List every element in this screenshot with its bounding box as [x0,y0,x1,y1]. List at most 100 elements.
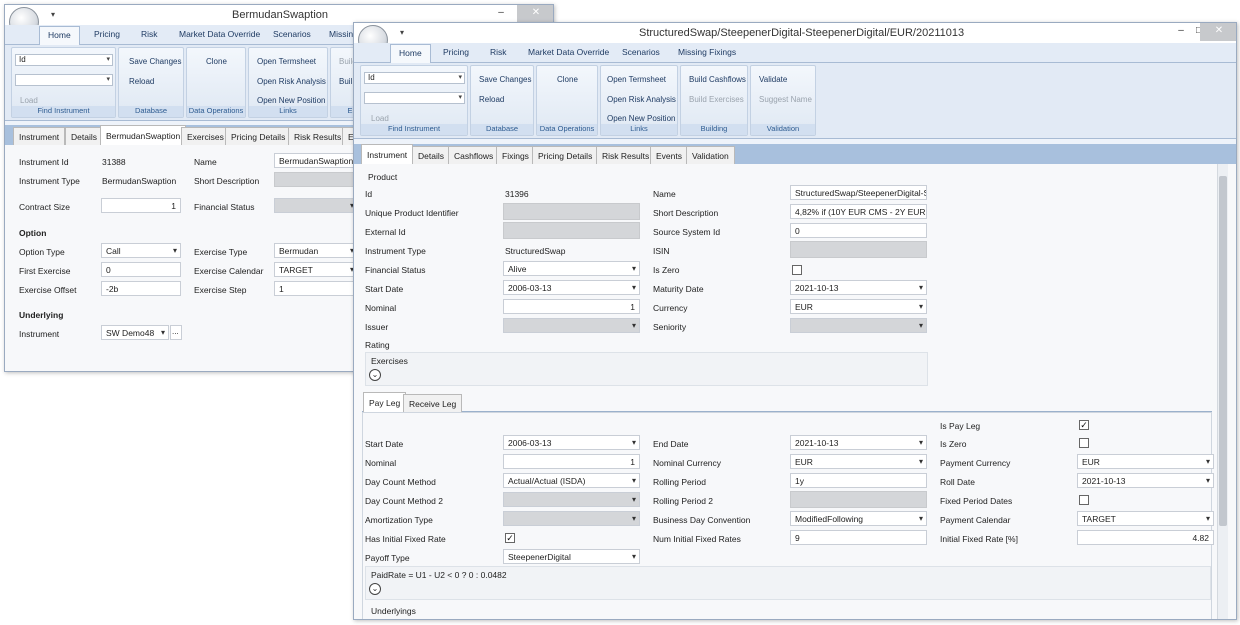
tab-risk-results[interactable]: Risk Results [288,127,348,145]
business-day-convention-select[interactable]: ModifiedFollowing [790,511,927,526]
payoff-type-select[interactable]: SteepenerDigital [503,549,640,564]
tab-missing-fixings[interactable]: Missing Fixings [678,47,736,57]
has-initial-fixed-rate-checkbox[interactable]: ✓ [505,533,515,543]
open-new-position-button[interactable]: Open New Position [257,96,325,105]
tab-events[interactable]: Events [650,146,688,164]
tab-fixings[interactable]: Fixings [496,146,535,164]
save-changes-button[interactable]: Save Changes [479,75,531,84]
vertical-scrollbar[interactable] [1217,164,1228,619]
tab-home[interactable]: Home [390,44,431,64]
reload-button[interactable]: Reload [479,95,504,104]
save-changes-button[interactable]: Save Changes [129,57,181,66]
financial-status-select[interactable] [274,198,358,213]
amortization-type-select[interactable] [503,511,640,526]
tab-home[interactable]: Home [39,26,80,46]
payoff-expand-icon[interactable]: ⌄ [369,583,381,595]
tab-scenarios[interactable]: Scenarios [622,47,660,57]
tab-pay-leg[interactable]: Pay Leg [363,392,407,412]
nominal-currency-select[interactable]: EUR [790,454,927,469]
fixed-period-dates-checkbox[interactable] [1079,495,1089,505]
tab-market-data-override[interactable]: Market Data Override [179,29,260,39]
clone-button[interactable]: Clone [557,75,578,84]
close-button[interactable]: ✕ [517,5,553,23]
currency-select[interactable]: EUR [790,299,927,314]
minimize-button[interactable]: – [490,5,512,23]
payment-currency-select[interactable]: EUR [1077,454,1214,469]
initial-fixed-rate-field[interactable]: 4.82 [1077,530,1214,545]
tab-pricing[interactable]: Pricing [443,47,469,57]
exercise-type-select[interactable]: Bermudan [274,243,358,258]
tab-scenarios[interactable]: Scenarios [273,29,311,39]
exercise-calendar-select[interactable]: TARGET [274,262,358,277]
name-field[interactable]: BermudanSwaption [274,153,364,168]
open-termsheet-button[interactable]: Open Termsheet [607,75,666,84]
is-pay-leg-checkbox[interactable]: ✓ [1079,420,1089,430]
open-termsheet-button[interactable]: Open Termsheet [257,57,316,66]
day-count-method-select[interactable]: Actual/Actual (ISDA) [503,473,640,488]
nominal-field[interactable]: 1 [503,299,640,314]
tab-validation[interactable]: Validation [686,146,735,164]
seniority-select[interactable] [790,318,927,333]
tab-instrument[interactable]: Instrument [361,144,414,164]
quick-access-dropdown-icon[interactable]: ▾ [51,10,55,19]
browse-button[interactable]: ... [170,325,182,340]
exercises-expand-icon[interactable]: ⌄ [369,369,381,381]
day-count-method-2-select[interactable] [503,492,640,507]
open-risk-analysis-button[interactable]: Open Risk Analysis [607,95,676,104]
name-field[interactable]: StructuredSwap/SteepenerDigital-Ste [790,185,927,200]
short-description-field[interactable]: 4,82% if (10Y EUR CMS - 2Y EUR CMS [790,204,927,219]
leg-is-zero-checkbox[interactable] [1079,438,1089,448]
build-exercises-button[interactable]: Build Exercises [689,95,744,104]
quick-access-dropdown-icon[interactable]: ▾ [400,28,404,37]
first-exercise-field[interactable]: 0 [101,262,181,277]
find-field-combo[interactable]: Id [15,54,113,66]
tab-details[interactable]: Details [412,146,450,164]
end-date-picker[interactable]: 2021-10-13 [790,435,927,450]
option-type-select[interactable]: Call [101,243,181,258]
start-date-picker[interactable]: 2006-03-13 [503,280,640,295]
tab-risk-results[interactable]: Risk Results [596,146,656,164]
find-field-combo[interactable]: Id [364,72,465,84]
build-button-partial-2[interactable]: Buil [339,77,352,86]
exercise-step-field[interactable]: 1 [274,281,358,296]
reload-button[interactable]: Reload [129,77,154,86]
scrollbar-thumb[interactable] [1219,176,1227,526]
build-cashflows-button[interactable]: Build Cashflows [689,75,746,84]
find-value-combo[interactable] [364,92,465,104]
rolling-period-field[interactable]: 1y [790,473,927,488]
tab-receive-leg[interactable]: Receive Leg [403,394,463,412]
roll-date-picker[interactable]: 2021-10-13 [1077,473,1214,488]
open-risk-analysis-button[interactable]: Open Risk Analysis [257,77,326,86]
leg-nominal-field[interactable]: 1 [503,454,640,469]
find-value-combo[interactable] [15,74,113,86]
source-system-id-field[interactable]: 0 [790,223,927,238]
payment-calendar-select[interactable]: TARGET [1077,511,1214,526]
tab-risk[interactable]: Risk [141,29,158,39]
tab-exercises[interactable]: Exercises [181,127,230,145]
tab-pricing-details[interactable]: Pricing Details [532,146,599,164]
contract-size-field[interactable]: 1 [101,198,181,213]
is-zero-checkbox[interactable] [792,265,802,275]
tab-bermudan-swaption[interactable]: BermudanSwaption [100,125,187,145]
tab-details[interactable]: Details [65,127,103,145]
tab-market-data-override[interactable]: Market Data Override [528,47,609,57]
open-new-position-button[interactable]: Open New Position [607,114,675,123]
tab-risk[interactable]: Risk [490,47,507,57]
close-button[interactable]: ✕ [1200,23,1236,41]
leg-start-date-picker[interactable]: 2006-03-13 [503,435,640,450]
num-initial-fixed-rates-field[interactable]: 9 [790,530,927,545]
issuer-select[interactable] [503,318,640,333]
tab-instrument[interactable]: Instrument [13,127,66,145]
load-button[interactable]: Load [371,114,389,123]
load-button[interactable]: Load [20,96,38,105]
clone-button[interactable]: Clone [206,57,227,66]
maturity-date-picker[interactable]: 2021-10-13 [790,280,927,295]
financial-status-select[interactable]: Alive [503,261,640,276]
tab-pricing[interactable]: Pricing [94,29,120,39]
exercise-offset-field[interactable]: -2b [101,281,181,296]
validate-button[interactable]: Validate [759,75,787,84]
suggest-name-button[interactable]: Suggest Name [759,95,812,104]
tab-pricing-details[interactable]: Pricing Details [225,127,292,145]
underlying-instrument-select[interactable]: SW Demo48 [101,325,169,340]
tab-cashflows[interactable]: Cashflows [448,146,500,164]
